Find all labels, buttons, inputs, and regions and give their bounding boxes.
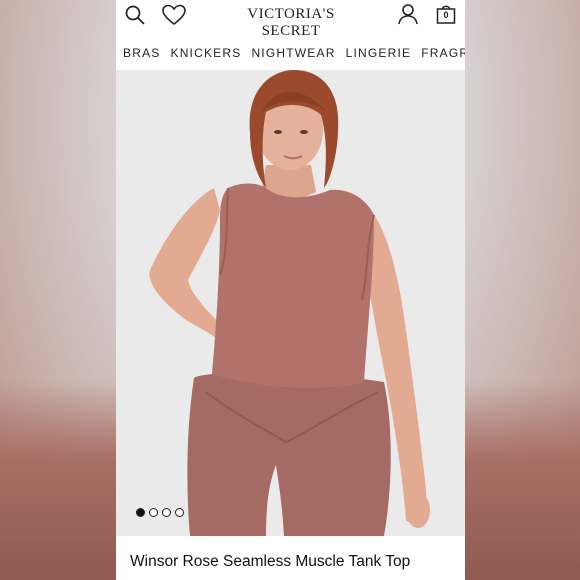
nav-item-fragrance[interactable]: FRAGRAN: [421, 46, 465, 60]
image-carousel-dots: [136, 508, 184, 517]
carousel-dot-1[interactable]: [136, 508, 145, 517]
product-title: Winsor Rose Seamless Muscle Tank Top: [130, 553, 411, 570]
carousel-dot-4[interactable]: [175, 508, 184, 517]
site-header: VICTORIA'S SECRET 0 BRAS KNICKERS NIGHTWEA…: [116, 0, 465, 70]
model-illustration: [149, 70, 430, 536]
nav-item-nightwear[interactable]: NIGHTWEAR: [251, 46, 335, 60]
product-image[interactable]: [116, 70, 465, 536]
brand-logo[interactable]: VICTORIA'S SECRET: [221, 6, 361, 40]
nav-item-knickers[interactable]: KNICKERS: [170, 46, 241, 60]
heart-icon[interactable]: [162, 4, 186, 26]
search-icon[interactable]: [124, 4, 146, 26]
phone-screen: VICTORIA'S SECRET 0 BRAS KNICKERS NIGHTWEA…: [116, 0, 465, 580]
bag-count: 0: [443, 10, 449, 20]
carousel-dot-2[interactable]: [149, 508, 158, 517]
nav-item-bras[interactable]: BRAS: [123, 46, 160, 60]
account-icon[interactable]: [397, 3, 419, 25]
bag-button[interactable]: 0: [436, 4, 456, 24]
product-info: Winsor Rose Seamless Muscle Tank Top: [116, 536, 465, 580]
nav-item-lingerie[interactable]: LINGERIE: [346, 46, 412, 60]
category-nav: BRAS KNICKERS NIGHTWEAR LINGERIE FRAGRAN: [116, 44, 465, 62]
carousel-dot-3[interactable]: [162, 508, 171, 517]
